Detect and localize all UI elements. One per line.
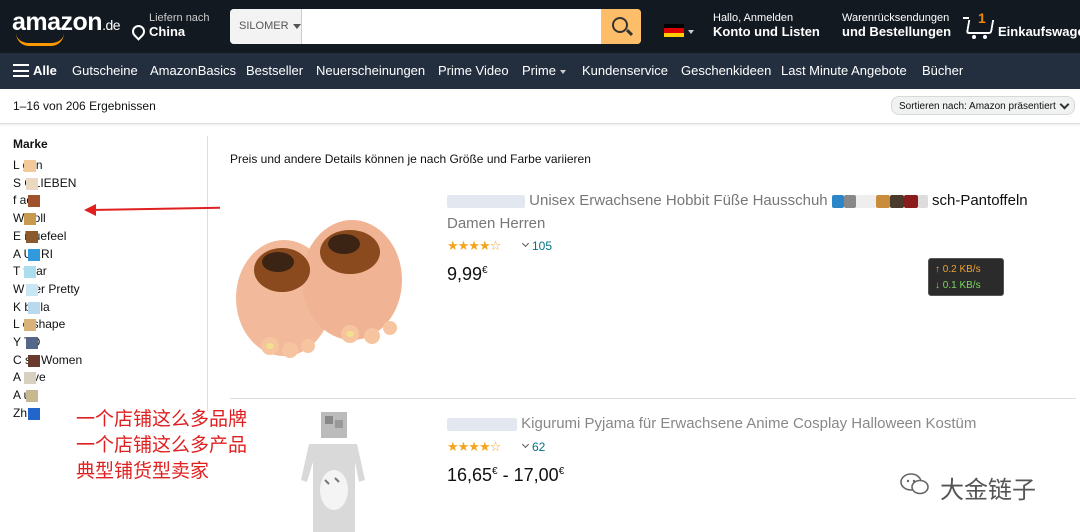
location-pin-icon (129, 22, 148, 41)
annotation-line-1: 一个店铺这么多品牌 (76, 408, 248, 430)
chevron-down-icon (1059, 99, 1070, 110)
product-title-2[interactable]: Kigurumi Pyjama für Erwachsene Anime Cos… (447, 413, 976, 435)
orders-label: und Bestellungen (842, 24, 952, 39)
redaction-blob (24, 372, 36, 385)
brand-filter-item[interactable]: C se Women (13, 353, 82, 367)
product-title-1[interactable]: Unisex Erwachsene Hobbit Füße Hausschuh … (447, 190, 1028, 212)
network-speed-widget: ↑ 0.2 KB/s ↓ 0.1 KB/s (928, 258, 1004, 296)
redaction-blob (24, 319, 36, 332)
redaction-blob (26, 230, 38, 243)
deliver-country: China (149, 24, 186, 39)
top-header: amazon.de Liefern nach China SILOMER Hal… (0, 0, 1080, 53)
review-count[interactable]: 105 (532, 239, 552, 253)
cart-count: 1 (978, 10, 986, 26)
wechat-icon (900, 473, 929, 495)
results-bar: 1–16 von 206 Ergebnissen Sortieren nach:… (0, 89, 1080, 124)
search-input[interactable] (303, 9, 601, 44)
account-label: Konto und Listen (713, 24, 820, 39)
redaction-blob (24, 266, 36, 279)
chevron-down-icon (292, 23, 301, 29)
account-greeting: Hallo, Anmelden (713, 12, 794, 24)
rating-stars[interactable]: ★★★★☆ (447, 439, 501, 455)
redaction-blob (28, 407, 40, 420)
sort-dropdown[interactable]: Sortieren nach: Amazon präsentiert (891, 96, 1075, 115)
menu-icon[interactable] (13, 64, 29, 77)
language-flag-icon[interactable] (664, 24, 684, 37)
redaction-blob (26, 177, 38, 190)
rating-stars[interactable]: ★★★★☆ (447, 238, 501, 254)
cart-button[interactable]: 1 Einkaufswage (963, 10, 1080, 44)
chevron-down-icon (559, 69, 566, 74)
nav-bar: Alle Gutscheine AmazonBasics Bestseller … (0, 53, 1080, 89)
redaction-blob (24, 213, 36, 226)
redaction-blob (28, 301, 40, 314)
brand-filter-heading: Marke (13, 137, 48, 151)
redaction-blob (24, 160, 36, 172)
search-button[interactable] (601, 9, 641, 44)
deliver-to[interactable]: Liefern nach China (129, 12, 210, 41)
redaction-blob (26, 337, 38, 349)
search-bar: SILOMER (230, 9, 641, 44)
nav-item-geschenkideen[interactable]: Geschenkideen (681, 63, 771, 78)
brand-filter-item[interactable]: W der Pretty (13, 282, 80, 296)
chevron-down-icon (688, 30, 694, 34)
brand-filter-item[interactable]: S OLIEBEN (13, 176, 76, 190)
account-menu[interactable]: Hallo, Anmelden Konto und Listen (713, 12, 820, 39)
cart-label: Einkaufswage (998, 24, 1080, 39)
returns-label: Warenrücksendungen (842, 12, 950, 24)
variation-hint: Preis und andere Details können je nach … (230, 152, 591, 166)
product-image-slippers[interactable] (232, 200, 412, 368)
result-divider (230, 398, 1076, 399)
product-title-1-line-2[interactable]: Damen Herren (447, 213, 545, 235)
redaction-blob (28, 195, 40, 208)
nav-item-kundenservice[interactable]: Kundenservice (582, 63, 668, 78)
results-count: 1–16 von 206 Ergebnissen (13, 99, 156, 113)
chevron-down-icon[interactable] (521, 239, 530, 248)
upload-speed: ↑ 0.2 KB/s (935, 264, 981, 275)
search-category-select[interactable]: SILOMER (230, 9, 302, 44)
review-count[interactable]: 62 (532, 440, 545, 454)
brand-filter-item[interactable]: E iquefeel (13, 229, 66, 243)
sidebar-divider (207, 136, 208, 411)
redaction-blob (28, 354, 40, 367)
chevron-down-icon[interactable] (521, 440, 530, 449)
nav-item-prime[interactable]: Prime (522, 63, 566, 78)
product-image-kigurumi[interactable] (295, 410, 370, 532)
product-price-1: 9,99€ (447, 264, 488, 284)
nav-item-gutscheine[interactable]: Gutscheine (72, 63, 138, 78)
nav-item-buecher[interactable]: Bücher (922, 63, 963, 78)
brand-filter-item[interactable]: L e shape (13, 317, 65, 331)
amazon-smile-icon (16, 33, 64, 46)
annotation-arrow (89, 206, 220, 211)
nav-item-last-minute[interactable]: Last Minute Angebote (781, 63, 907, 78)
nav-item-amazonbasics[interactable]: AmazonBasics (150, 63, 236, 78)
nav-item-bestseller[interactable]: Bestseller (246, 63, 303, 78)
download-speed: ↓ 0.1 KB/s (935, 280, 981, 291)
redaction-blob (28, 248, 40, 261)
nav-item-neuerscheinungen[interactable]: Neuerscheinungen (316, 63, 425, 78)
annotation-line-2: 一个店铺这么多产品 (76, 434, 248, 456)
deliver-label: Liefern nach (149, 12, 210, 24)
orders-link[interactable]: Warenrücksendungen und Bestellungen (842, 12, 951, 39)
product-price-2: 16,65€ - 17,00€ (447, 465, 565, 485)
annotation-line-3: 典型铺货型卖家 (76, 460, 210, 482)
arrow-left-icon (84, 204, 96, 216)
watermark-text: 大金链子 (940, 476, 1036, 504)
nav-item-prime-video[interactable]: Prime Video (438, 63, 509, 78)
redaction-blob (26, 390, 38, 403)
redaction-blob (26, 283, 38, 296)
nav-all[interactable]: Alle (33, 63, 57, 78)
